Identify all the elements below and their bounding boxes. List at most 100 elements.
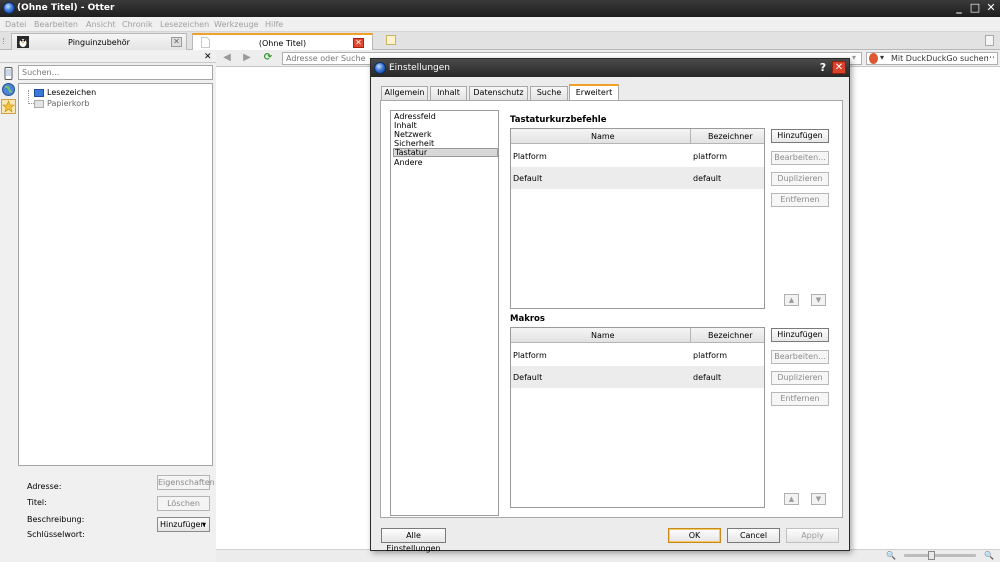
- macros-edit-button[interactable]: Bearbeiten...: [771, 350, 829, 364]
- add-bookmark-button[interactable]: Hinzufügen ▾: [157, 517, 210, 532]
- tab-suche[interactable]: Suche: [530, 86, 568, 100]
- zoom-slider-handle[interactable]: [928, 551, 935, 560]
- star-icon: [2, 100, 15, 113]
- bookmarks-tree[interactable]: Lesezeichen Papierkorb: [18, 83, 213, 466]
- category-inhalt[interactable]: Inhalt: [393, 121, 498, 130]
- all-settings-button[interactable]: Alle Einstellungen: [381, 528, 446, 553]
- bookmarks-star-button[interactable]: [1, 99, 16, 114]
- tree-item-papierkorb[interactable]: Papierkorb: [34, 99, 90, 108]
- tree-item-lesezeichen[interactable]: Lesezeichen: [34, 88, 96, 97]
- menu-bar: Datei Bearbeiten Ansicht Chronik Lesezei…: [0, 17, 1000, 32]
- search-engine-input[interactable]: ▾ Mit DuckDuckGo suchen ⋯: [866, 52, 998, 65]
- ok-button[interactable]: OK: [668, 528, 721, 543]
- table-header: Name Bezeichner: [511, 129, 764, 144]
- category-netzwerk[interactable]: Netzwerk: [393, 130, 498, 139]
- dialog-title: Einstellungen: [389, 63, 451, 73]
- delete-button[interactable]: Löschen: [157, 496, 210, 511]
- menu-lesezeichen[interactable]: Lesezeichen: [160, 20, 209, 29]
- dialog-titlebar[interactable]: Einstellungen ? ✕: [371, 59, 849, 77]
- move-down-icon[interactable]: ▼: [811, 294, 826, 306]
- macros-remove-button[interactable]: Entfernen: [771, 392, 829, 406]
- category-sicherheit[interactable]: Sicherheit: [393, 139, 498, 148]
- settings-dialog: Einstellungen ? ✕ Allgemein Inhalt Daten…: [370, 58, 850, 553]
- trash-icon: [34, 99, 44, 108]
- reload-icon[interactable]: ⟳: [261, 52, 275, 64]
- table-row[interactable]: Platform platform: [511, 344, 764, 366]
- table-row[interactable]: Default default: [511, 167, 764, 189]
- properties-button[interactable]: Eigenschaften: [157, 475, 215, 490]
- tab-ohne-titel[interactable]: (Ohne Titel) ✕: [192, 33, 373, 50]
- table-row[interactable]: Platform platform: [511, 145, 764, 167]
- duckduckgo-icon: [869, 53, 878, 64]
- column-bezeichner[interactable]: Bezeichner: [708, 331, 753, 340]
- shortcuts-edit-button[interactable]: Bearbeiten...: [771, 151, 829, 165]
- address-dropdown-icon[interactable]: ▾: [852, 53, 856, 62]
- minimize-icon[interactable]: _: [952, 2, 966, 14]
- address-label: Adresse:: [27, 482, 62, 491]
- category-tastatur[interactable]: Tastatur: [393, 148, 498, 157]
- shortcuts-table[interactable]: Name Bezeichner Platform platform Defaul…: [510, 128, 765, 309]
- column-bezeichner[interactable]: Bezeichner: [708, 132, 753, 141]
- column-name[interactable]: Name: [591, 331, 615, 340]
- category-andere[interactable]: Andere: [393, 158, 498, 167]
- tab-close-icon[interactable]: ✕: [353, 38, 364, 48]
- phone-icon[interactable]: [2, 67, 15, 80]
- shortcuts-remove-button[interactable]: Entfernen: [771, 193, 829, 207]
- forward-icon[interactable]: ▶: [240, 52, 254, 64]
- sidebar-close-icon[interactable]: ✕: [204, 52, 212, 62]
- title-label: Titel:: [27, 498, 47, 507]
- menu-ansicht[interactable]: Ansicht: [86, 20, 116, 29]
- menu-datei[interactable]: Datei: [5, 20, 26, 29]
- dialog-close-icon[interactable]: ✕: [832, 61, 846, 74]
- menu-werkzeuge[interactable]: Werkzeuge: [214, 20, 258, 29]
- cancel-button[interactable]: Cancel: [727, 528, 780, 543]
- globe-icon[interactable]: [2, 83, 15, 96]
- menu-bearbeiten[interactable]: Bearbeiten: [34, 20, 78, 29]
- new-tab-icon[interactable]: [386, 35, 396, 45]
- tab-grip-icon: [3, 38, 7, 44]
- tab-erweitert[interactable]: Erweitert: [569, 84, 619, 101]
- maximize-icon[interactable]: □: [968, 2, 982, 14]
- tab-pinguinzubehoer[interactable]: Pinguinzubehör ✕: [11, 33, 187, 50]
- zoom-slider-track[interactable]: [904, 554, 976, 557]
- move-up-icon[interactable]: ▲: [784, 493, 799, 505]
- dropdown-arrow-icon: ▾: [201, 520, 206, 529]
- description-label: Beschreibung:: [27, 515, 85, 524]
- menu-hilfe[interactable]: Hilfe: [265, 20, 283, 29]
- window-title: (Ohne Titel) - Otter: [17, 3, 115, 13]
- column-name[interactable]: Name: [591, 132, 615, 141]
- tab-list-icon[interactable]: [985, 35, 994, 46]
- macros-duplicate-button[interactable]: Duplizieren: [771, 371, 829, 385]
- category-list[interactable]: Adressfeld Inhalt Netzwerk Sicherheit Ta…: [390, 110, 499, 516]
- tab-label: (Ohne Titel): [258, 39, 307, 48]
- tab-bar: Pinguinzubehör ✕ (Ohne Titel) ✕: [0, 32, 1000, 50]
- search-engine-dropdown-icon[interactable]: ▾: [880, 53, 884, 62]
- menu-chronik[interactable]: Chronik: [122, 20, 153, 29]
- zoom-in-icon[interactable]: 🔍: [984, 551, 994, 560]
- back-icon[interactable]: ◀: [220, 52, 234, 64]
- category-adressfeld[interactable]: Adressfeld: [393, 112, 498, 121]
- tab-allgemein[interactable]: Allgemein: [381, 86, 428, 100]
- keyword-label: Schlüsselwort:: [27, 530, 85, 539]
- table-header: Name Bezeichner: [511, 328, 764, 343]
- advanced-settings-panel: Adressfeld Inhalt Netzwerk Sicherheit Ta…: [380, 100, 843, 518]
- move-up-icon[interactable]: ▲: [784, 294, 799, 306]
- help-icon[interactable]: ?: [817, 61, 829, 74]
- shortcuts-duplicate-button[interactable]: Duplizieren: [771, 172, 829, 186]
- close-icon[interactable]: ✕: [984, 2, 998, 14]
- otter-logo-icon: [3, 2, 15, 14]
- tab-datenschutz[interactable]: Datenschutz: [469, 86, 528, 100]
- apply-button[interactable]: Apply: [786, 528, 839, 543]
- move-down-icon[interactable]: ▼: [811, 493, 826, 505]
- window-titlebar[interactable]: (Ohne Titel) - Otter _ □ ✕: [0, 0, 1000, 17]
- overflow-icon[interactable]: ⋯: [986, 53, 995, 63]
- macros-table[interactable]: Name Bezeichner Platform platform Defaul…: [510, 327, 765, 508]
- zoom-out-icon[interactable]: 🔍: [886, 551, 896, 560]
- shortcuts-add-button[interactable]: Hinzufügen: [771, 129, 829, 143]
- tab-close-icon[interactable]: ✕: [171, 37, 182, 47]
- bookmarks-search-input[interactable]: Suchen...: [18, 65, 213, 80]
- table-row[interactable]: Default default: [511, 366, 764, 388]
- macros-add-button[interactable]: Hinzufügen: [771, 328, 829, 342]
- tab-inhalt[interactable]: Inhalt: [430, 86, 467, 100]
- folder-icon: [34, 88, 44, 97]
